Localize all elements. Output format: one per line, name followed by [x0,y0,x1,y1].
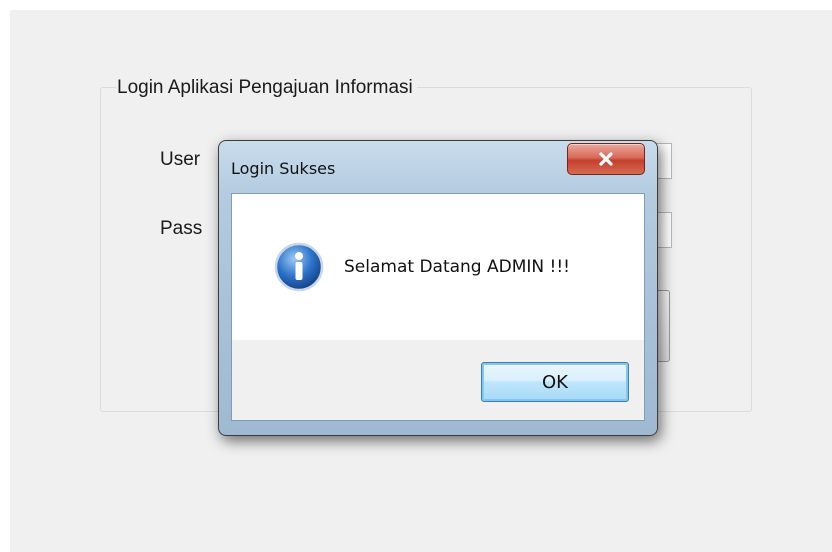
info-icon [274,242,324,292]
message-dialog: Login Sukses Selamat Datang ADMIN !!! OK [218,140,658,436]
username-label: User [160,149,201,170]
dialog-body: Selamat Datang ADMIN !!! OK [231,193,645,421]
dialog-title: Login Sukses [231,159,336,178]
password-label: Pass [160,218,203,239]
close-button[interactable] [567,143,645,175]
group-title: Login Aplikasi Pengajuan Informasi [116,76,417,100]
close-icon [568,144,644,174]
ok-button[interactable]: OK [481,362,629,402]
dialog-message: Selamat Datang ADMIN !!! [344,257,570,277]
dialog-message-area: Selamat Datang ADMIN !!! [232,194,644,340]
